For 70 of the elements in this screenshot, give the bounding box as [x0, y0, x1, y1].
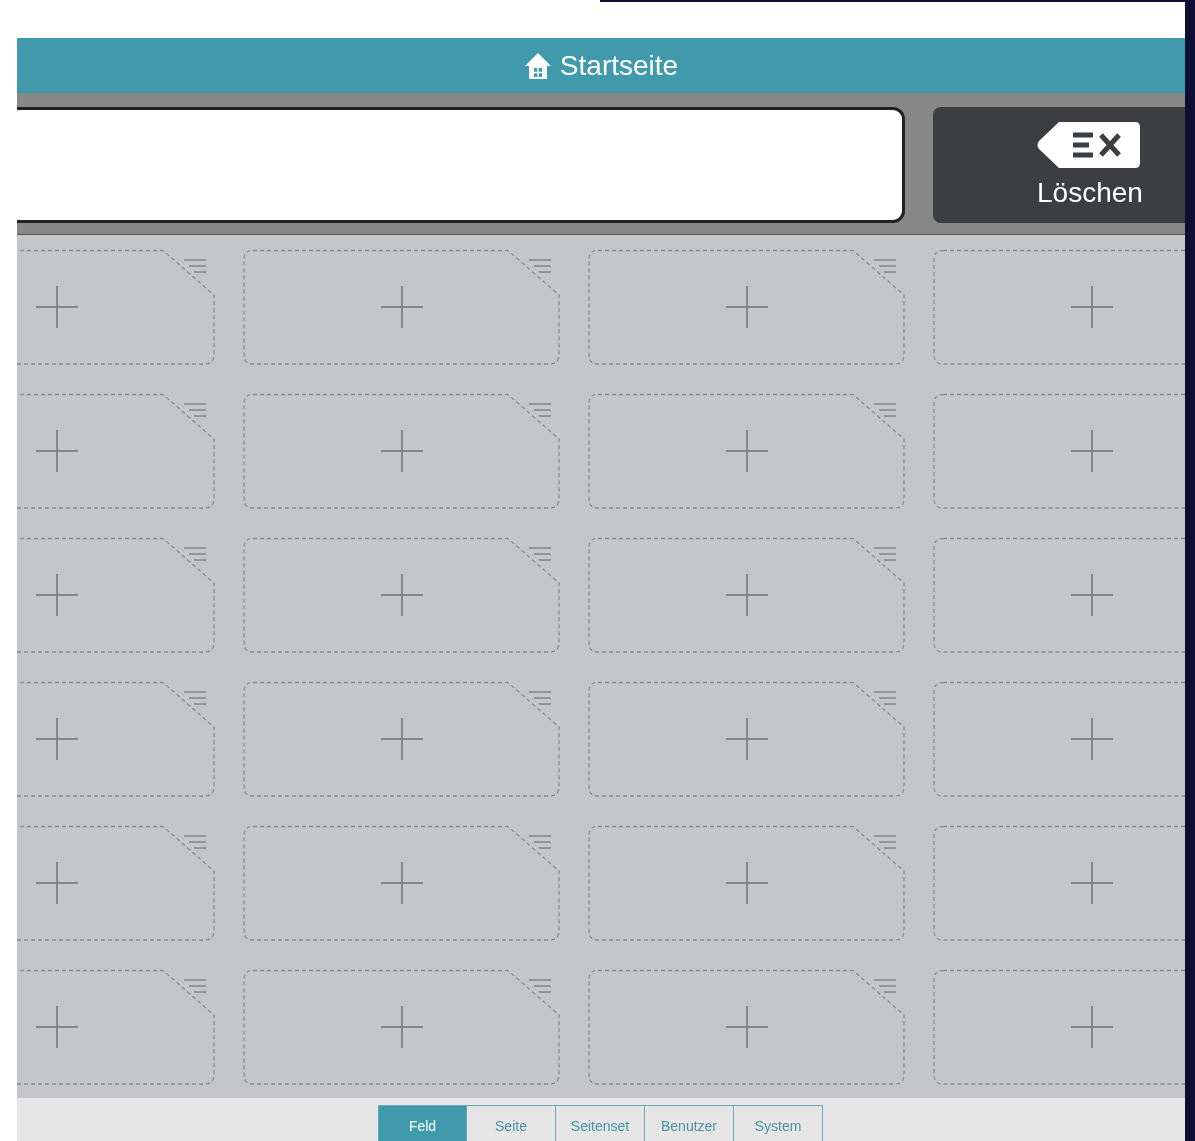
add-tile[interactable]: [588, 393, 905, 509]
add-tile[interactable]: [243, 969, 560, 1085]
plus-icon: [725, 718, 768, 760]
lines-icon: [874, 835, 896, 849]
add-tile[interactable]: [933, 825, 1185, 941]
lines-icon: [529, 403, 551, 417]
add-tile[interactable]: [588, 537, 905, 653]
lines-icon: [529, 979, 551, 993]
add-tile[interactable]: [933, 393, 1185, 509]
lines-icon: [874, 403, 896, 417]
plus-icon: [1070, 286, 1113, 328]
add-tile[interactable]: [588, 969, 905, 1085]
plus-icon: [1070, 430, 1113, 472]
plus-icon: [1070, 1006, 1113, 1048]
tab[interactable]: Seitenset: [556, 1105, 645, 1141]
lines-icon: [184, 403, 206, 417]
plus-icon: [380, 1006, 423, 1048]
plus-icon: [35, 862, 78, 904]
add-tile[interactable]: [933, 537, 1185, 653]
add-tile[interactable]: [933, 969, 1185, 1085]
tab[interactable]: Feld: [378, 1105, 467, 1141]
tab[interactable]: Benutzer: [645, 1105, 734, 1141]
plus-icon: [1070, 718, 1113, 760]
add-tile[interactable]: [243, 393, 560, 509]
add-tile[interactable]: [933, 681, 1185, 797]
lines-icon: [874, 691, 896, 705]
plus-icon: [35, 718, 78, 760]
tab[interactable]: Seite: [467, 1105, 556, 1141]
home-icon: [523, 51, 552, 80]
lines-icon: [874, 259, 896, 273]
plus-icon: [35, 286, 78, 328]
lines-icon: [184, 835, 206, 849]
plus-icon: [725, 286, 768, 328]
add-tile[interactable]: [243, 537, 560, 653]
add-tile[interactable]: [588, 825, 905, 941]
plus-icon: [35, 1006, 78, 1048]
plus-icon: [380, 430, 423, 472]
backspace-icon: [1037, 119, 1141, 171]
lines-icon: [874, 547, 896, 561]
plus-icon: [380, 574, 423, 616]
plus-icon: [380, 286, 423, 328]
lines-icon: [529, 691, 551, 705]
plus-icon: [35, 430, 78, 472]
plus-icon: [725, 862, 768, 904]
input-field[interactable]: [17, 107, 905, 223]
lines-icon: [529, 835, 551, 849]
lines-icon: [184, 547, 206, 561]
add-tile[interactable]: [243, 681, 560, 797]
plus-icon: [725, 1006, 768, 1048]
lines-icon: [184, 979, 206, 993]
plus-icon: [35, 574, 78, 616]
plus-icon: [380, 862, 423, 904]
plus-icon: [380, 718, 423, 760]
lines-icon: [529, 259, 551, 273]
lines-icon: [529, 547, 551, 561]
plus-icon: [1070, 574, 1113, 616]
plus-icon: [725, 430, 768, 472]
add-tile[interactable]: [588, 249, 905, 365]
clear-button[interactable]: Löschen: [933, 107, 1185, 223]
add-tile[interactable]: [933, 249, 1185, 365]
page-title: Startseite: [559, 49, 679, 82]
add-tile[interactable]: [243, 825, 560, 941]
add-tile[interactable]: [588, 681, 905, 797]
tab[interactable]: System: [734, 1105, 823, 1141]
lines-icon: [184, 691, 206, 705]
add-tile[interactable]: [243, 249, 560, 365]
lines-icon: [184, 259, 206, 273]
lines-icon: [874, 979, 896, 993]
plus-icon: [1070, 862, 1113, 904]
plus-icon: [725, 574, 768, 616]
